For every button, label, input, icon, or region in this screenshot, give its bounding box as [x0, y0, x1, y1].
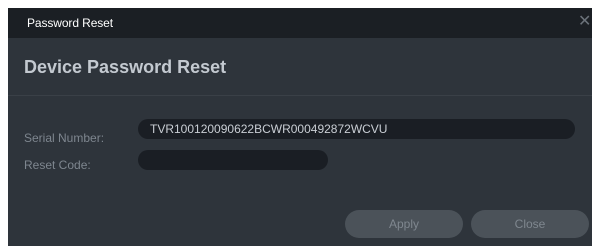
divider: [8, 95, 592, 96]
reset-code-field[interactable]: [138, 150, 328, 170]
close-icon[interactable]: ✕: [578, 14, 592, 30]
reset-code-label: Reset Code:: [24, 158, 91, 172]
window-title: Password Reset: [27, 16, 113, 30]
serial-number-label: Serial Number:: [24, 131, 105, 145]
password-reset-dialog: Password Reset ✕ Device Password Reset S…: [8, 8, 592, 246]
close-button[interactable]: Close: [471, 210, 589, 238]
title-bar: Password Reset ✕: [8, 8, 592, 38]
serial-number-field[interactable]: [138, 119, 575, 139]
page-title: Device Password Reset: [24, 57, 227, 77]
apply-button[interactable]: Apply: [345, 210, 463, 238]
